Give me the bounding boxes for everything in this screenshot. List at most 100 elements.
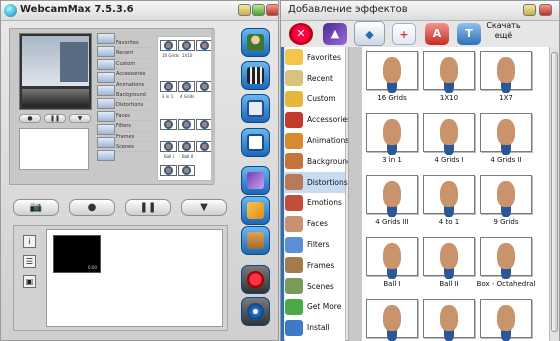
mini-category[interactable]: Scenes	[116, 142, 156, 153]
mini-category[interactable]: Background	[116, 90, 156, 101]
effects-tab-button[interactable]: ◆	[354, 21, 385, 46]
info-button[interactable]: i	[23, 235, 36, 248]
face-image	[440, 57, 458, 83]
draw-button[interactable]	[241, 196, 270, 225]
list-button[interactable]: ☰	[23, 255, 36, 268]
mini-effect-thumb[interactable]	[160, 40, 177, 51]
mini-effect-thumb[interactable]	[178, 81, 195, 92]
category-item[interactable]: Filters	[285, 234, 345, 255]
category-item[interactable]: Recent	[285, 68, 345, 89]
video-source-button[interactable]	[241, 61, 270, 90]
category-item[interactable]: Favorites	[285, 47, 345, 68]
preview-pause-button[interactable]: ❚❚	[44, 114, 66, 123]
effect-thumbnail[interactable]	[423, 175, 475, 214]
face-image	[440, 305, 458, 331]
category-item[interactable]: Scenes	[285, 276, 345, 297]
category-item[interactable]: Get More	[285, 297, 345, 318]
record-button[interactable]: ●	[69, 199, 115, 216]
category-item[interactable]: Custom	[285, 89, 345, 110]
snapshot-button[interactable]: 📷	[13, 199, 59, 216]
effect-thumbnail[interactable]	[423, 51, 475, 90]
add-text-icon[interactable]: A	[425, 23, 449, 45]
mini-effect-thumb[interactable]	[160, 165, 177, 176]
effect-thumbnail[interactable]	[480, 237, 532, 276]
mini-category[interactable]: Custom	[116, 59, 156, 70]
effect-thumbnail[interactable]	[366, 299, 418, 338]
effect-thumbnail[interactable]	[480, 113, 532, 152]
category-label: Scenes	[307, 281, 334, 291]
minimize-button[interactable]	[238, 4, 251, 16]
screen-source-button[interactable]	[241, 128, 270, 157]
face-image	[383, 181, 401, 207]
mini-category[interactable]: Filters	[116, 121, 156, 132]
mini-effect-thumb[interactable]	[160, 81, 177, 92]
category-item[interactable]: Background	[285, 151, 352, 172]
settings-button[interactable]	[241, 297, 270, 326]
mini-category-list: Favorites Recent Custom Accessories Anim…	[116, 38, 156, 153]
mini-category[interactable]: Favorites	[116, 38, 156, 49]
effect-label: 1X10	[439, 94, 459, 102]
mini-category[interactable]: Animations	[116, 80, 156, 90]
desktop-source-button[interactable]	[241, 94, 270, 123]
download-more-link[interactable]: Скачать ещё	[485, 21, 522, 41]
category-item[interactable]: Frames	[285, 255, 345, 276]
mini-effect-thumb[interactable]	[178, 40, 195, 51]
effects-close-button[interactable]	[539, 4, 552, 16]
effects-minimize-button[interactable]	[523, 4, 536, 16]
mini-effect-thumb[interactable]	[160, 119, 177, 130]
category-label: Animations	[307, 136, 350, 146]
webcam-source-button[interactable]	[241, 28, 270, 57]
effect-thumbnail[interactable]	[366, 113, 418, 152]
effect-thumbnail[interactable]	[480, 175, 532, 214]
effect-thumbnail[interactable]	[423, 299, 475, 338]
pause-button[interactable]: ❚❚	[125, 199, 171, 216]
category-icon	[285, 132, 303, 149]
add-effect-icon[interactable]: +	[392, 23, 416, 45]
add-title-icon[interactable]: T	[457, 23, 481, 45]
face-image	[497, 119, 515, 145]
mini-category[interactable]: Frames	[116, 132, 156, 142]
mini-effect-thumb[interactable]	[178, 141, 195, 152]
effect-thumbnail[interactable]	[423, 113, 475, 152]
effect-thumbnail[interactable]	[366, 237, 418, 276]
effect-thumbnail[interactable]	[423, 237, 475, 276]
category-item[interactable]: Faces	[285, 213, 345, 234]
mini-category[interactable]: Distortions	[116, 100, 156, 111]
gallery-button[interactable]: ▣	[23, 275, 36, 288]
wizard-hat-icon	[247, 172, 264, 189]
preview-record-button[interactable]: ●	[19, 114, 41, 123]
package-button[interactable]	[241, 226, 270, 255]
webcam-preview	[19, 33, 92, 110]
category-splitter[interactable]	[348, 47, 362, 341]
wizard-hat-icon[interactable]: ▲	[323, 23, 347, 45]
effects-scrollbar[interactable]	[549, 47, 559, 341]
category-label: Frames	[307, 260, 335, 270]
preview-scrollbar[interactable]	[211, 29, 215, 183]
effect-thumbnail[interactable]	[480, 299, 532, 338]
preview-download-button[interactable]: ▼	[69, 114, 91, 123]
mini-effect-thumb[interactable]	[178, 165, 195, 176]
mini-category[interactable]: Faces	[116, 111, 156, 122]
recording-thumbnail[interactable]: 0:00	[53, 235, 101, 273]
category-item[interactable]: Animations	[285, 130, 349, 151]
close-button[interactable]	[266, 4, 278, 16]
mini-category[interactable]: Recent	[116, 48, 156, 59]
exit-button[interactable]	[241, 265, 270, 294]
scrollbar-thumb[interactable]	[551, 52, 558, 332]
mini-effect-thumb[interactable]	[178, 119, 195, 130]
close-icon	[247, 271, 264, 288]
maximize-button[interactable]	[252, 4, 265, 16]
magic-effects-button[interactable]	[241, 166, 270, 195]
category-item[interactable]: Distortions	[285, 171, 348, 193]
category-item[interactable]: Accessories	[285, 109, 351, 130]
download-button[interactable]: ▼	[181, 199, 227, 216]
remove-effect-button[interactable]: ✕	[289, 23, 313, 45]
mini-category[interactable]: Accessories	[116, 69, 156, 80]
effect-thumbnail[interactable]	[366, 51, 418, 90]
category-item[interactable]: Emotions	[285, 193, 345, 214]
category-item[interactable]: Install	[285, 317, 345, 338]
mini-effect-thumb[interactable]	[160, 141, 177, 152]
effect-thumbnail[interactable]	[366, 175, 418, 214]
effect-thumbnail[interactable]	[480, 51, 532, 90]
mini-effect-label: Ball I	[164, 154, 174, 159]
